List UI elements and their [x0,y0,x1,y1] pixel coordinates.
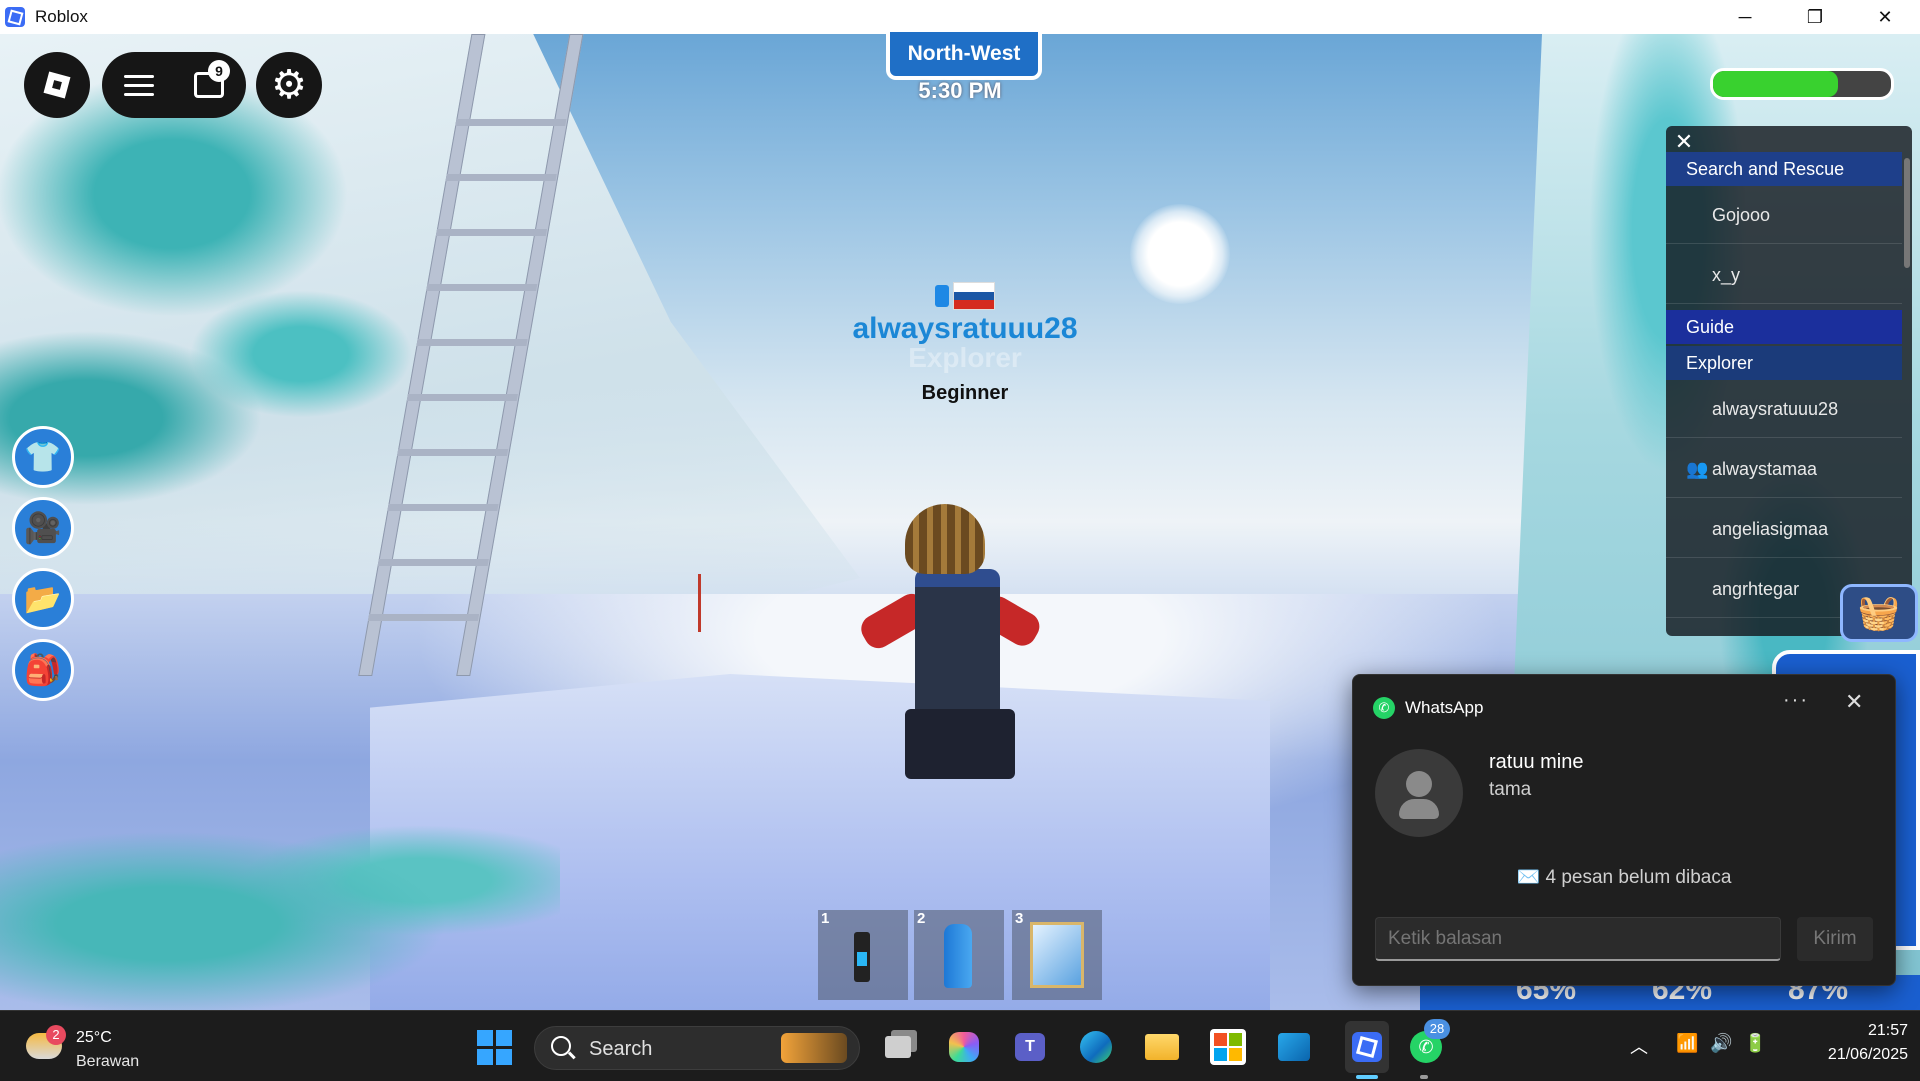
whatsapp-logo-icon: ✆ [1373,697,1395,719]
sun [1130,204,1230,304]
weather-temp: 25°C [76,1029,112,1046]
camera-button[interactable]: 🎥 [12,497,74,559]
stamina-bar [1710,68,1894,100]
roblox-taskbar-icon[interactable] [1345,1025,1389,1069]
player-list-scrollbar[interactable] [1904,158,1910,268]
player-avatar [840,504,1060,784]
battery-icon[interactable]: 🔋 [1744,1033,1766,1054]
window-titlebar: Roblox ─ ❐ ✕ [0,0,1920,34]
settings-button[interactable]: ⚙ [256,52,322,118]
slot-number: 3 [1015,910,1024,927]
notification-close-icon[interactable]: ✕ [1845,689,1863,715]
stamina-fill [1713,71,1838,97]
player-list-close-icon[interactable]: ✕ [1672,130,1696,154]
team-header: Search and Rescue [1666,152,1902,186]
ice-patches [0,794,560,1010]
clock-date: 21/06/2025 [1827,1046,1908,1063]
marker-pole [698,574,701,632]
player-list: ✕ Search and Rescue Gojooo x_y Guide Exp… [1666,126,1912,636]
task-view-icon[interactable] [876,1025,920,1069]
show-hidden-icons[interactable]: ︿ [1630,1033,1648,1059]
teams-icon[interactable]: T [1008,1025,1052,1069]
start-button[interactable] [472,1025,516,1069]
search-highlight-image [781,1033,847,1063]
friends-icon: 👥 [1686,459,1709,479]
hotbar-slot-1[interactable]: 1 [818,910,908,1000]
team-header: Guide [1666,310,1902,344]
player-role: Explorer [908,342,1022,373]
notification-app-name: WhatsApp [1405,698,1484,717]
radio-icon [854,932,870,982]
gear-icon: ⚙ [271,63,307,107]
restore-button[interactable]: ❐ [1780,0,1850,34]
whatsapp-notification[interactable]: ✆ WhatsApp ··· ✕ ratuu mine tama ✉️ 4 pe… [1352,674,1896,986]
windows-logo-icon [476,1029,512,1065]
send-button[interactable]: Kirim [1797,917,1873,961]
hamburger-menu-icon[interactable] [124,69,154,102]
backpack-icon: 🎒 [24,653,62,687]
windows-taskbar: 2 25°C Berawan Search T ✆ 28 ︿ 📶 🔊 🔋 21:… [0,1010,1920,1081]
map-icon [1030,922,1084,988]
weather-condition: Berawan [76,1053,140,1070]
verified-icon [935,285,949,307]
compass-direction: North-West [886,32,1042,80]
active-app-indicator [1356,1075,1378,1079]
chat-badge: 9 [208,60,230,82]
close-window-button[interactable]: ✕ [1850,0,1920,34]
player-row[interactable]: alwaysratuuu28 [1666,380,1902,438]
inventory-button[interactable]: 📂 [12,568,74,630]
player-rank: Beginner [921,382,1009,404]
player-row-friend[interactable]: 👥 alwaystamaa [1666,440,1902,498]
wifi-icon[interactable]: 📶 [1676,1033,1698,1054]
message-text: tama [1489,779,1532,800]
volume-icon[interactable]: 🔊 [1710,1033,1732,1054]
roblox-menu-button[interactable] [24,52,90,118]
team-header: Explorer [1666,346,1902,380]
copilot-icon[interactable] [942,1025,986,1069]
whatsapp-badge: 28 [1424,1019,1450,1039]
player-nametag: alwaysratuuu28 Explorer Beginner [800,282,1130,405]
slot-number: 2 [917,910,926,927]
search-icon [551,1036,571,1056]
unread-count: ✉️ 4 pesan belum dibaca [1516,867,1732,888]
system-clock[interactable]: 21:57 21/06/2025 [1788,1019,1908,1067]
file-explorer-icon[interactable] [1140,1025,1184,1069]
folder-icon: 📂 [24,582,62,616]
roblox-app-icon [5,7,25,27]
contact-avatar [1375,749,1463,837]
game-clock: 5:30 PM [918,78,1002,103]
player-row[interactable]: Gojooo [1666,186,1902,244]
microsoft-store-icon[interactable] [1206,1025,1250,1069]
message-sender: ratuu mine [1489,751,1584,773]
search-label: Search [589,1038,653,1060]
player-name-label: alwaystamaa [1712,459,1818,479]
hotbar-slot-3[interactable]: 3 [1012,910,1102,1000]
water-bottle-icon [944,924,972,988]
player-row[interactable]: x_y [1666,246,1902,304]
window-title: Roblox [35,7,88,26]
outfit-button[interactable]: 👕 [12,426,74,488]
shop-basket-icon[interactable]: 🧺 [1840,584,1918,642]
player-name: alwaysratuuu28 [852,312,1078,345]
hotbar-slot-2[interactable]: 2 [914,910,1004,1000]
edge-icon[interactable] [1074,1025,1118,1069]
roblox-logo-icon [43,71,71,99]
weather-widget[interactable]: 2 25°C Berawan [26,1021,166,1073]
weather-badge: 2 [46,1025,66,1045]
reply-input[interactable] [1375,917,1781,961]
clock-time: 21:57 [1867,1022,1908,1039]
outfit-icon: 👕 [24,440,62,474]
open-app-indicator [1420,1075,1428,1079]
notification-header: ✆ WhatsApp [1373,697,1483,719]
backpack-button[interactable]: 🎒 [12,639,74,701]
minimize-button[interactable]: ─ [1710,0,1780,34]
taskbar-search[interactable]: Search [534,1026,860,1070]
russia-flag-icon [953,282,995,310]
outlook-icon[interactable] [1272,1025,1316,1069]
slot-number: 1 [821,910,830,927]
camera-icon: 🎥 [24,511,62,545]
player-row[interactable]: angeliasigmaa [1666,500,1902,558]
more-options-icon[interactable]: ··· [1783,689,1809,712]
